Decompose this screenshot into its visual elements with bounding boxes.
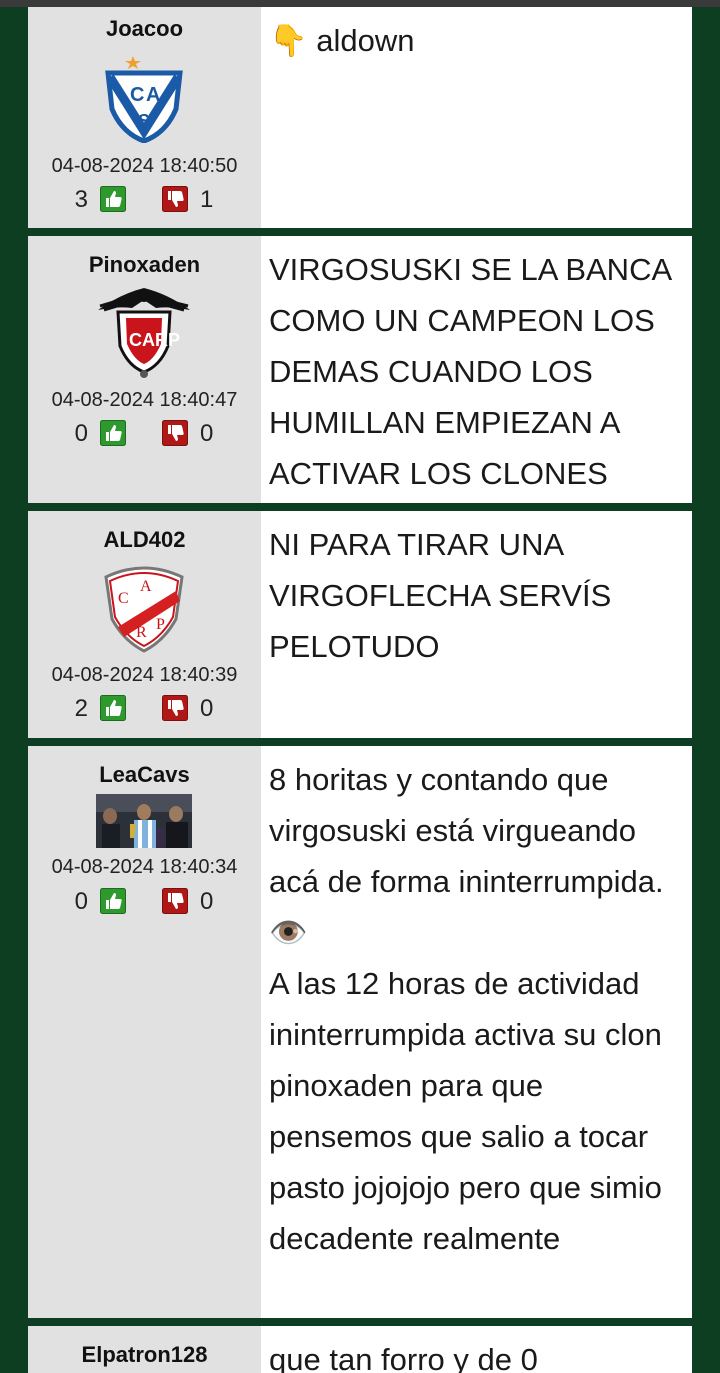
post-message: que tan forro y de 0 [269, 1342, 538, 1373]
svg-text:C: C [130, 84, 144, 106]
avatar[interactable]: CARP [96, 284, 192, 380]
svg-text:A: A [140, 578, 152, 595]
photo-avatar [96, 794, 192, 848]
post-author-panel: LeaCavs 04-08-2024 18:40:34 0 0 [28, 746, 261, 1318]
username[interactable]: Joacoo [28, 16, 261, 42]
eagle-crest-icon: CARP [98, 288, 190, 378]
thumbs-up-icon[interactable] [100, 888, 126, 914]
post-author-panel: Joacoo C A S 04-08-2024 18:40:50 3 1 [28, 7, 261, 228]
like-count: 2 [74, 695, 88, 722]
post-message: NI PARA TIRAR UNA VIRGOFLECHA SERVÍS PEL… [269, 527, 620, 664]
post-message: VIRGOSUSKI SE LA BANCA COMO UN CAMPEON L… [269, 252, 680, 491]
thumbs-up-icon[interactable] [100, 695, 126, 721]
vote-row: 3 1 [28, 186, 261, 216]
like-count: 3 [74, 186, 88, 213]
username[interactable]: ALD402 [28, 527, 261, 553]
post-timestamp: 04-08-2024 18:40:34 [51, 856, 238, 878]
vote-row: 0 0 [28, 420, 261, 450]
post: LeaCavs 04-08-2024 18:40:34 0 0 8 horita… [28, 746, 692, 1318]
velez-shield-icon: C A S [105, 56, 183, 143]
thumbs-up-icon[interactable] [100, 420, 126, 446]
svg-text:A: A [146, 84, 160, 106]
dislike-count: 0 [200, 888, 214, 915]
post: Elpatron128 que tan forro y de 0 [28, 1326, 692, 1373]
like-count: 0 [74, 420, 88, 447]
post-timestamp: 04-08-2024 18:40:50 [51, 155, 238, 177]
top-edge-bar [0, 0, 720, 7]
svg-text:R: R [136, 624, 147, 641]
like-count: 0 [74, 888, 88, 915]
post: Pinoxaden CARP 04-08-2024 18:40:47 0 0 V… [28, 236, 692, 503]
avatar[interactable] [96, 794, 192, 848]
dislike-count: 1 [200, 186, 214, 213]
username[interactable]: LeaCavs [28, 762, 261, 788]
post: Joacoo C A S 04-08-2024 18:40:50 3 1 👇 a… [28, 7, 692, 228]
post-message: 👇 aldown [269, 23, 415, 58]
post-timestamp: 04-08-2024 18:40:39 [51, 664, 238, 686]
svg-text:CARP: CARP [129, 330, 180, 350]
post-author-panel: Pinoxaden CARP 04-08-2024 18:40:47 0 0 [28, 236, 261, 503]
post: ALD402 C A R P 04-08-2024 18:40:39 2 0 N [28, 511, 692, 738]
dislike-count: 0 [200, 420, 214, 447]
svg-text:P: P [156, 616, 165, 633]
post-author-panel: ALD402 C A R P 04-08-2024 18:40:39 2 0 [28, 511, 261, 738]
avatar[interactable]: C A R P [96, 557, 192, 653]
thumbs-down-icon[interactable] [162, 420, 188, 446]
thumbs-down-icon[interactable] [162, 186, 188, 212]
username[interactable]: Pinoxaden [28, 252, 261, 278]
avatar[interactable]: C A S [96, 47, 192, 143]
svg-text:C: C [118, 590, 129, 607]
post-timestamp: 04-08-2024 18:40:47 [51, 389, 238, 411]
thumbs-down-icon[interactable] [162, 888, 188, 914]
svg-text:S: S [138, 111, 150, 131]
post-message: 8 horitas y contando que virgosuski está… [269, 762, 664, 1256]
post-author-panel: Elpatron128 [28, 1326, 261, 1373]
username[interactable]: Elpatron128 [28, 1342, 261, 1368]
thumbs-up-icon[interactable] [100, 186, 126, 212]
red-sash-shield-icon: C A R P [104, 566, 184, 653]
dislike-count: 0 [200, 695, 214, 722]
vote-row: 0 0 [28, 888, 261, 918]
thumbs-down-icon[interactable] [162, 695, 188, 721]
vote-row: 2 0 [28, 695, 261, 725]
